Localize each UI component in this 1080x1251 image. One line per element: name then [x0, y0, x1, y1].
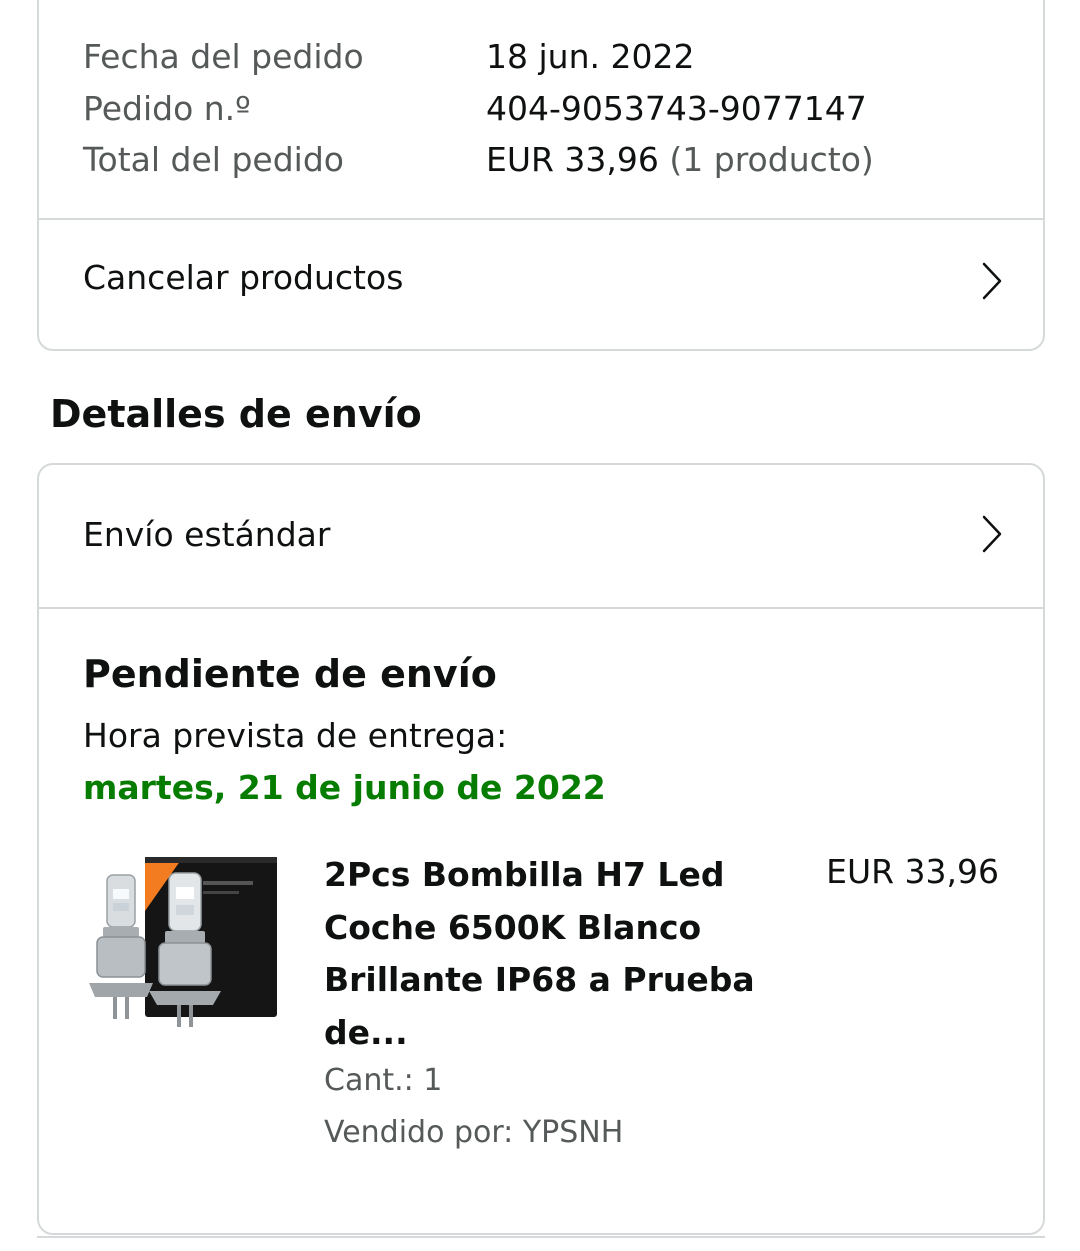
cancel-products-row[interactable]: Cancelar productos	[39, 220, 1043, 349]
chevron-right-icon	[982, 262, 1002, 300]
shipping-method-label: Envío estándar	[83, 515, 331, 554]
divider	[39, 607, 1043, 609]
order-date-label: Fecha del pedido	[83, 37, 364, 76]
chevron-right-icon	[982, 515, 1002, 553]
product-quantity: Cant.: 1	[324, 1063, 443, 1098]
shipping-details-title: Detalles de envío	[50, 392, 422, 436]
product-title-link[interactable]: 2Pcs Bombilla H7 Led Coche 6500K Blanco …	[324, 849, 764, 1059]
order-number-value: 404-9053743-9077147	[486, 88, 867, 128]
order-total-value-group: EUR 33,96 (1 producto)	[486, 139, 874, 181]
delivery-estimate-label: Hora prevista de entrega:	[83, 716, 508, 755]
shipping-method-row[interactable]: Envío estándar	[39, 465, 1043, 607]
order-total-value: EUR 33,96	[486, 140, 659, 179]
shipment-status-title: Pendiente de envío	[83, 652, 497, 696]
product-price: EUR 33,96	[826, 852, 999, 891]
shipping-card: Envío estándar Pendiente de envío Hora p…	[37, 463, 1045, 1235]
order-total-item-count: (1 producto)	[669, 140, 874, 179]
divider	[37, 1236, 1045, 1238]
order-date-value: 18 jun. 2022	[486, 37, 695, 76]
product-image[interactable]	[83, 851, 283, 1031]
order-number-label: Pedido n.º	[83, 88, 251, 128]
order-summary-card: Fecha del pedido 18 jun. 2022 Pedido n.º…	[37, 0, 1045, 351]
order-total-label: Total del pedido	[83, 140, 344, 179]
product-seller: Vendido por: YPSNH	[324, 1115, 624, 1150]
delivery-estimate-date: martes, 21 de junio de 2022	[83, 768, 606, 807]
cancel-products-label: Cancelar productos	[83, 258, 404, 297]
